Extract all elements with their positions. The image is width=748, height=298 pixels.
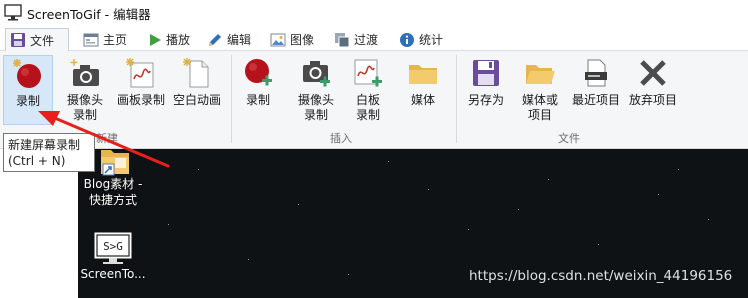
info-icon: [400, 32, 414, 47]
star: [468, 229, 469, 230]
discard-icon: [640, 60, 666, 86]
group-separator: [231, 55, 232, 143]
recent-file-icon: [585, 59, 607, 87]
star: [168, 224, 169, 225]
star: [678, 169, 679, 170]
folder-open-icon: [526, 65, 555, 84]
play-icon: [150, 33, 161, 46]
star: [658, 194, 659, 195]
record-new-icon: [13, 59, 41, 88]
tab-play[interactable]: 播放: [144, 28, 194, 51]
star: [248, 259, 249, 260]
monitor-icon: [4, 4, 22, 21]
star: [388, 161, 389, 162]
floppy-icon: [473, 60, 499, 86]
star: [428, 189, 429, 190]
watermark-text: https://blog.csdn.net/weixin_44196156: [469, 268, 733, 284]
app-logo-text: S>G: [103, 240, 123, 253]
ribbon-panel: 录制 摄像头 录制 画板录制 空白动画 新建 录制 摄像头 录制 白板 录制 媒…: [0, 51, 748, 149]
tab-label: 编辑: [227, 33, 252, 47]
ribbon-tab-strip: 文件 主页 播放 编辑 图像 过渡 统计: [0, 26, 748, 52]
group-label-new: 新建: [96, 132, 118, 145]
tab-label: 文件: [30, 33, 55, 48]
record-add-icon: [245, 59, 272, 86]
tooltip: 新建屏幕录制 (Ctrl + N): [3, 133, 95, 172]
star: [518, 209, 519, 210]
button-label: 另存为: [467, 93, 504, 107]
star: [598, 244, 599, 245]
title-bar: ScreenToGif - 编辑器: [0, 0, 748, 26]
tab-image[interactable]: 图像: [266, 28, 318, 51]
group-separator: [456, 55, 457, 143]
open-media-or-project-button[interactable]: 媒体或 项目: [516, 55, 564, 125]
button-label: 放弃项目: [628, 93, 677, 107]
home-icon: [83, 33, 99, 46]
tab-home[interactable]: 主页: [79, 28, 131, 51]
discard-project-button[interactable]: 放弃项目: [625, 55, 681, 125]
board-add-icon: [354, 59, 382, 87]
button-label: 画板录制: [116, 93, 165, 107]
button-label: 媒体: [410, 93, 435, 107]
folder-shortcut-icon: [101, 150, 129, 176]
desktop-icon-screentogif[interactable]: S>G ScreenTo...: [78, 232, 148, 282]
desktop-icon-label: ScreenTo...: [80, 267, 146, 281]
save-icon: [11, 33, 25, 47]
star: [348, 274, 349, 275]
tab-label: 主页: [103, 33, 128, 47]
save-as-button[interactable]: 另存为: [462, 55, 510, 125]
webcam-add-icon: [303, 61, 330, 87]
star: [298, 204, 299, 205]
tab-label: 过渡: [354, 33, 379, 47]
tab-statistics[interactable]: 统计: [395, 28, 447, 51]
button-label: 媒体或 项目: [521, 93, 558, 122]
insert-media-button[interactable]: 媒体: [402, 55, 444, 125]
image-icon: [270, 33, 286, 46]
tab-label: 图像: [290, 33, 315, 47]
star: [548, 179, 549, 180]
board-new-icon: [126, 58, 154, 88]
tab-label: 播放: [166, 33, 191, 47]
tab-label: 统计: [419, 33, 444, 47]
new-recording-button[interactable]: 录制: [3, 55, 53, 125]
tab-edit[interactable]: 编辑: [203, 28, 255, 51]
star: [708, 219, 709, 220]
screentogif-app-icon: S>G: [94, 232, 132, 264]
group-label-insert: 插入: [330, 132, 352, 145]
group-label-file: 文件: [558, 132, 580, 145]
star: [198, 169, 199, 170]
button-label: 白板 录制: [355, 93, 380, 122]
tab-file[interactable]: 文件: [5, 28, 69, 52]
new-webcam-recording-button[interactable]: 摄像头 录制: [60, 55, 110, 125]
button-label: 摄像头 录制: [297, 93, 334, 122]
recent-projects-button[interactable]: 最近项目: [568, 55, 624, 125]
button-label: 录制: [245, 93, 270, 107]
window-title: ScreenToGif - 编辑器: [27, 7, 151, 22]
blank-animation-button[interactable]: 空白动画: [170, 55, 224, 125]
button-label: 最近项目: [571, 93, 620, 107]
insert-webcam-recording-button[interactable]: 摄像头 录制: [291, 55, 341, 125]
new-board-recording-button[interactable]: 画板录制: [113, 55, 169, 125]
blank-doc-icon: [183, 58, 209, 88]
tab-transition[interactable]: 过渡: [330, 28, 382, 51]
folder-icon: [409, 65, 437, 84]
desktop-icon-label: Blog素材 - 快捷方式: [83, 177, 143, 207]
button-label: 录制: [15, 94, 40, 108]
transition-icon: [335, 32, 350, 47]
button-label: 空白动画: [172, 93, 221, 107]
webcam-new-icon: [70, 59, 99, 86]
insert-recording-button[interactable]: 录制: [236, 55, 280, 125]
button-label: 摄像头 录制: [66, 93, 103, 122]
insert-whiteboard-recording-button[interactable]: 白板 录制: [347, 55, 389, 125]
pencil-icon: [209, 33, 221, 46]
